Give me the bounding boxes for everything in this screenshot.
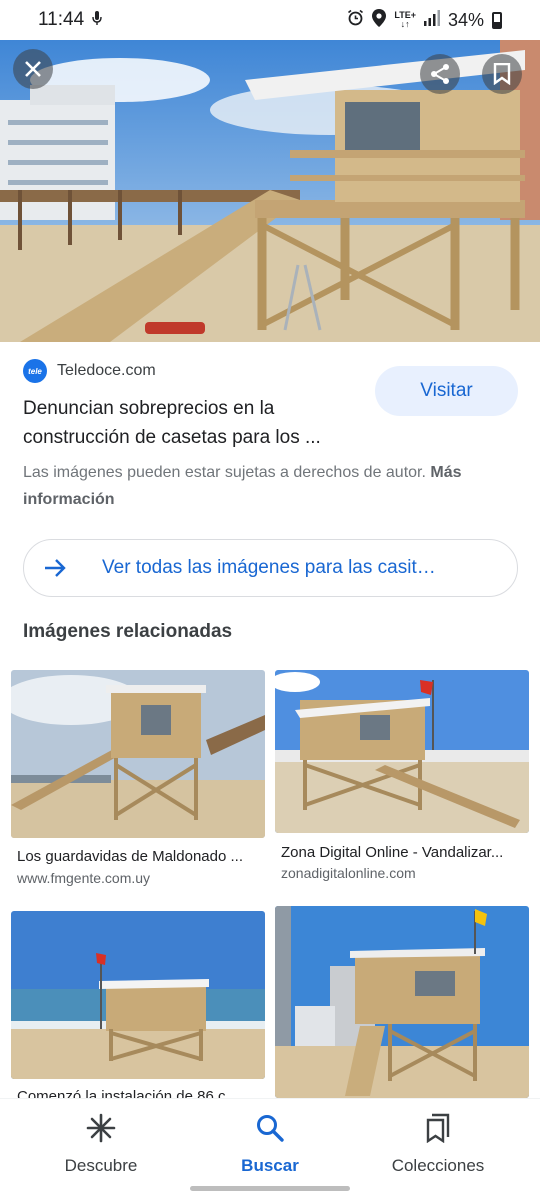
related-site: www.fmgente.com.uy: [17, 870, 151, 886]
search-icon: [255, 1113, 285, 1148]
source-name: Teledoce.com: [57, 362, 156, 379]
copyright-text: Las imágenes pueden estar sujetas a dere…: [23, 464, 426, 481]
result-source[interactable]: tele Teledoce.com: [23, 359, 156, 383]
result-title[interactable]: Denuncian sobreprecios en la construcció…: [23, 394, 363, 452]
status-right: LTE+ ↓↑ 34%: [347, 8, 502, 32]
source-logo: tele: [23, 359, 47, 383]
nav-label: Colecciones: [391, 1156, 485, 1175]
view-all-images-button[interactable]: Ver todas las imágenes para las casit…: [23, 539, 518, 597]
related-thumbnail: [11, 670, 265, 838]
nav-label: Buscar: [241, 1156, 299, 1175]
data-arrows-icon: ↓↑: [400, 19, 410, 29]
close-button[interactable]: [13, 49, 53, 89]
battery-icon: [492, 11, 502, 29]
bottom-navigation: Descubre Buscar Colecciones: [0, 1098, 540, 1200]
arrow-right-icon: [44, 558, 72, 578]
related-image-card[interactable]: Los guardavidas de Maldonado ... www.fmg…: [11, 670, 265, 890]
signal-icon: [423, 9, 440, 31]
home-indicator[interactable]: [190, 1186, 350, 1191]
network-indicator: LTE+ ↓↑: [394, 11, 416, 29]
collections-icon: [423, 1113, 453, 1148]
clock: 11:44: [38, 9, 85, 30]
related-thumbnail: [11, 911, 265, 1079]
related-thumbnail: [275, 670, 529, 833]
status-bar: 11:44 LTE+ ↓↑ 34%: [0, 0, 540, 40]
related-site: zonadigitalonline.com: [281, 865, 416, 881]
copyright-notice: Las imágenes pueden estar sujetas a dere…: [23, 459, 518, 513]
asterisk-icon: [86, 1113, 116, 1148]
share-button[interactable]: [420, 54, 460, 94]
nav-buscar[interactable]: Buscar: [200, 1113, 340, 1176]
nav-descubre[interactable]: Descubre: [31, 1113, 171, 1176]
related-caption: Los guardavidas de Maldonado ...: [17, 848, 243, 865]
lifeguard-hut-photo: [0, 40, 540, 342]
related-image-card[interactable]: Zona Digital Online - Vandalizar... zona…: [275, 670, 529, 885]
mic-icon: [92, 9, 102, 31]
related-thumbnail: [275, 906, 529, 1098]
bookmark-icon: [493, 63, 511, 85]
share-icon: [429, 63, 451, 85]
status-left: 11:44: [38, 9, 102, 31]
related-images-title: Imágenes relacionadas: [23, 621, 233, 642]
alarm-icon: [347, 9, 364, 31]
related-image-card[interactable]: [275, 906, 529, 1098]
save-button[interactable]: [482, 54, 522, 94]
visit-button[interactable]: Visitar: [375, 366, 518, 416]
location-icon: [372, 8, 387, 32]
battery-percent: 34%: [447, 9, 484, 30]
related-caption: Zona Digital Online - Vandalizar...: [281, 844, 504, 861]
related-image-card[interactable]: Comenzó la instalación de 86 c...: [11, 911, 265, 1105]
view-all-label: Ver todas las imágenes para las casit…: [102, 557, 436, 578]
close-icon: [24, 60, 42, 78]
hero-image[interactable]: [0, 40, 540, 342]
nav-label: Descubre: [64, 1156, 138, 1175]
nav-colecciones[interactable]: Colecciones: [368, 1113, 508, 1176]
